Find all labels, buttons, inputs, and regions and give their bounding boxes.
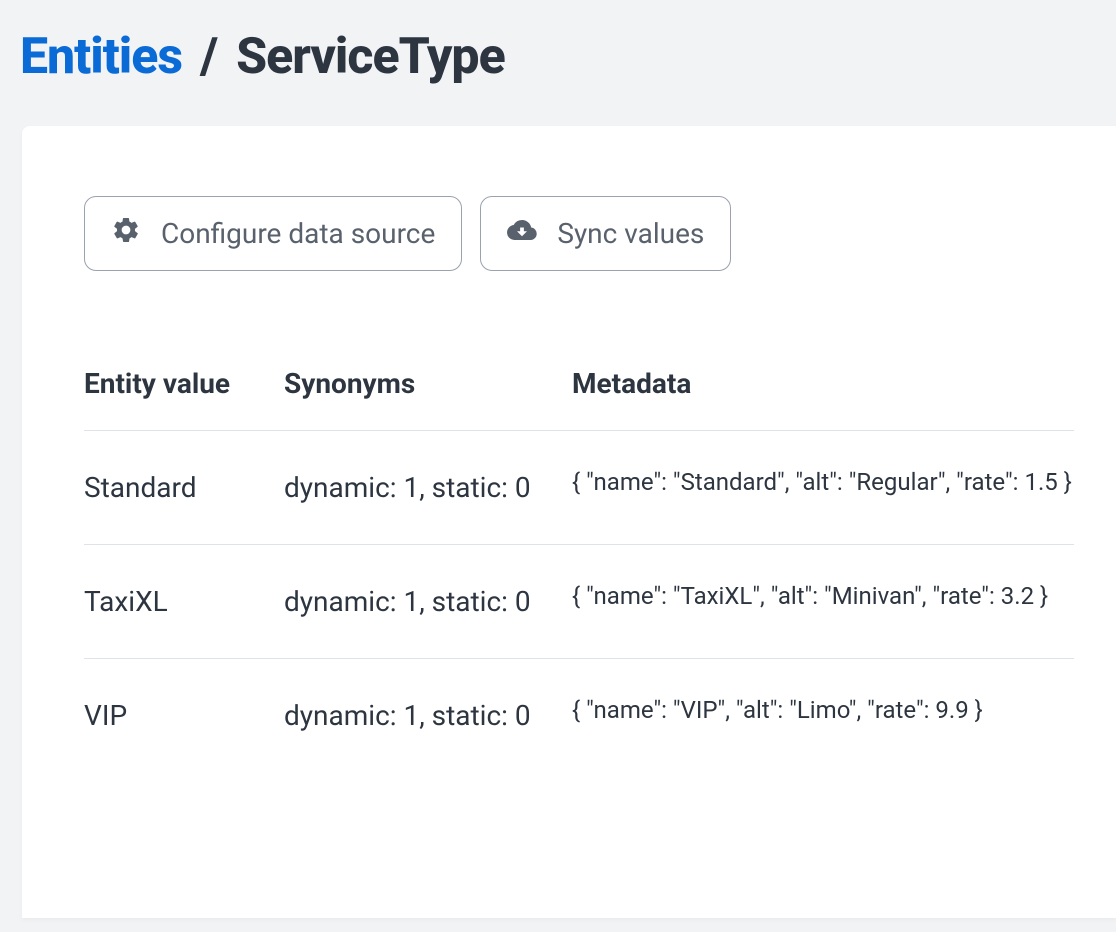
metadata-cell: { "name": "Standard", "alt": "Regular", … [572, 431, 1074, 545]
column-header-synonyms: Synonyms [284, 367, 572, 431]
gear-icon [111, 215, 141, 252]
breadcrumb-current: ServiceType [236, 28, 505, 86]
table-row[interactable]: Standard dynamic: 1, static: 0 { "name":… [84, 431, 1074, 545]
breadcrumb-parent-link[interactable]: Entities [20, 28, 182, 86]
table-row[interactable]: VIP dynamic: 1, static: 0 { "name": "VIP… [84, 659, 1074, 773]
breadcrumb-separator: / [200, 28, 218, 86]
sync-values-button[interactable]: Sync values [480, 196, 731, 271]
configure-button-label: Configure data source [161, 217, 435, 250]
entity-value-cell: Standard [84, 431, 284, 545]
table-row[interactable]: TaxiXL dynamic: 1, static: 0 { "name": "… [84, 545, 1074, 659]
content-card: Configure data source Sync values Entity… [22, 126, 1116, 918]
metadata-cell: { "name": "TaxiXL", "alt": "Minivan", "r… [572, 545, 1074, 659]
entity-table: Entity value Synonyms Metadata Standard … [84, 367, 1074, 772]
synonyms-cell: dynamic: 1, static: 0 [284, 431, 572, 545]
button-row: Configure data source Sync values [84, 196, 1074, 271]
synonyms-cell: dynamic: 1, static: 0 [284, 545, 572, 659]
metadata-cell: { "name": "VIP", "alt": "Limo", "rate": … [572, 659, 1074, 773]
cloud-download-icon [507, 215, 537, 252]
entity-value-cell: VIP [84, 659, 284, 773]
column-header-entity: Entity value [84, 367, 284, 431]
breadcrumb: Entities / ServiceType [0, 0, 1116, 126]
entity-value-cell: TaxiXL [84, 545, 284, 659]
configure-data-source-button[interactable]: Configure data source [84, 196, 462, 271]
column-header-metadata: Metadata [572, 367, 1074, 431]
sync-button-label: Sync values [557, 217, 704, 250]
synonyms-cell: dynamic: 1, static: 0 [284, 659, 572, 773]
